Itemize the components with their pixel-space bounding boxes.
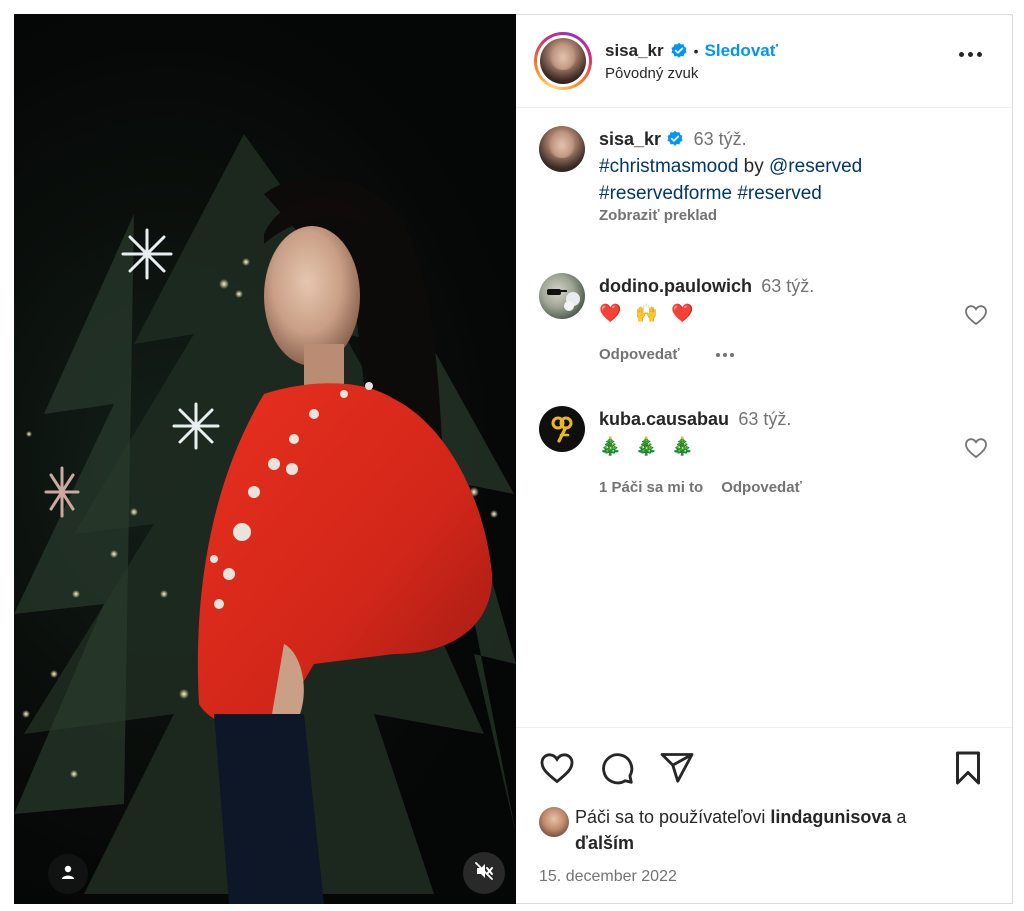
reply-button[interactable]: Odpovedať — [721, 474, 802, 501]
commenter-avatar[interactable] — [539, 273, 585, 319]
caption-username[interactable]: sisa_kr — [599, 129, 661, 149]
caption: sisa_kr 63 týž. #christmasmood by @reser… — [539, 126, 996, 225]
hashtag-link[interactable]: #reserved — [737, 183, 822, 204]
comment-options-icon[interactable] — [715, 352, 734, 357]
comment-like-heart-icon[interactable] — [964, 436, 988, 465]
mute-toggle-button[interactable] — [463, 852, 505, 894]
hashtag-link[interactable]: #christmasmood — [599, 156, 738, 177]
author-avatar[interactable] — [534, 32, 592, 90]
hashtag-link[interactable]: #reservedforme — [599, 183, 732, 204]
muted-speaker-icon — [474, 861, 494, 886]
post-date[interactable]: 15. december 2022 — [539, 868, 990, 886]
comment-item: dodino.paulowich 63 týž. ❤️ 🙌 ❤️ Odpoved… — [539, 273, 996, 368]
comment-username[interactable]: kuba.causabau — [599, 409, 729, 429]
comment-item: kuba.causabau 63 týž. 🎄 🎄 🎄 1 Páči sa mi… — [539, 406, 996, 501]
audio-link[interactable]: Pôvodný zvuk — [605, 65, 778, 82]
follow-button[interactable]: Sledovať — [705, 41, 778, 61]
caption-text: #christmasmood by @reserved #reservedfor… — [599, 153, 996, 207]
user-tag-icon — [60, 864, 76, 885]
more-options-icon[interactable] — [959, 52, 982, 57]
liker-username[interactable]: lindagunisova — [770, 807, 891, 827]
post-photo — [14, 134, 516, 904]
reply-button[interactable]: Odpovedať — [599, 341, 680, 368]
verified-badge-icon — [670, 42, 688, 60]
comment-text: 🎄 🎄 🎄 — [599, 436, 698, 457]
commenter-avatar[interactable] — [539, 406, 585, 452]
caption-avatar[interactable] — [539, 126, 585, 172]
bookmark-icon[interactable] — [952, 750, 984, 786]
likes-and: a — [896, 807, 907, 827]
separator-dot: • — [693, 42, 699, 59]
author-username[interactable]: sisa_kr — [605, 41, 664, 61]
likes-others-link[interactable]: ďalším — [575, 833, 634, 853]
likes-prefix: Páči sa to používateľovi — [575, 807, 766, 827]
comment-icon[interactable] — [599, 750, 635, 786]
action-bar — [539, 750, 990, 786]
post-header: sisa_kr • Sledovať Pôvodný zvuk — [516, 15, 1012, 108]
caption-text-fragment: by — [738, 156, 770, 177]
post-sidebar: sisa_kr • Sledovať Pôvodný zvuk sisa_kr — [516, 14, 1013, 904]
comment-like-heart-icon[interactable] — [964, 303, 988, 332]
likes-summary: Páči sa to používateľovi lindagunisova a… — [539, 804, 990, 856]
comment-likes-count[interactable]: 1 Páči sa mi to — [599, 474, 703, 501]
post-footer: Páči sa to používateľovi lindagunisova a… — [516, 727, 1012, 886]
comment-text: ❤️ 🙌 ❤️ — [599, 303, 698, 324]
comment-time: 63 týž. — [761, 276, 815, 296]
caption-time: 63 týž. — [693, 129, 747, 149]
verified-badge-icon — [666, 130, 684, 148]
user-tags-button[interactable] — [48, 854, 88, 894]
comments-section: sisa_kr 63 týž. #christmasmood by @reser… — [516, 108, 1012, 728]
comment-username[interactable]: dodino.paulowich — [599, 276, 752, 296]
liker-avatar[interactable] — [539, 807, 569, 837]
mention-link[interactable]: @reserved — [769, 156, 862, 177]
comment-time: 63 týž. — [738, 409, 792, 429]
share-icon[interactable] — [659, 750, 695, 786]
heart-icon[interactable] — [539, 750, 575, 786]
translate-link[interactable]: Zobraziť preklad — [599, 207, 996, 225]
post-media[interactable] — [14, 14, 516, 904]
